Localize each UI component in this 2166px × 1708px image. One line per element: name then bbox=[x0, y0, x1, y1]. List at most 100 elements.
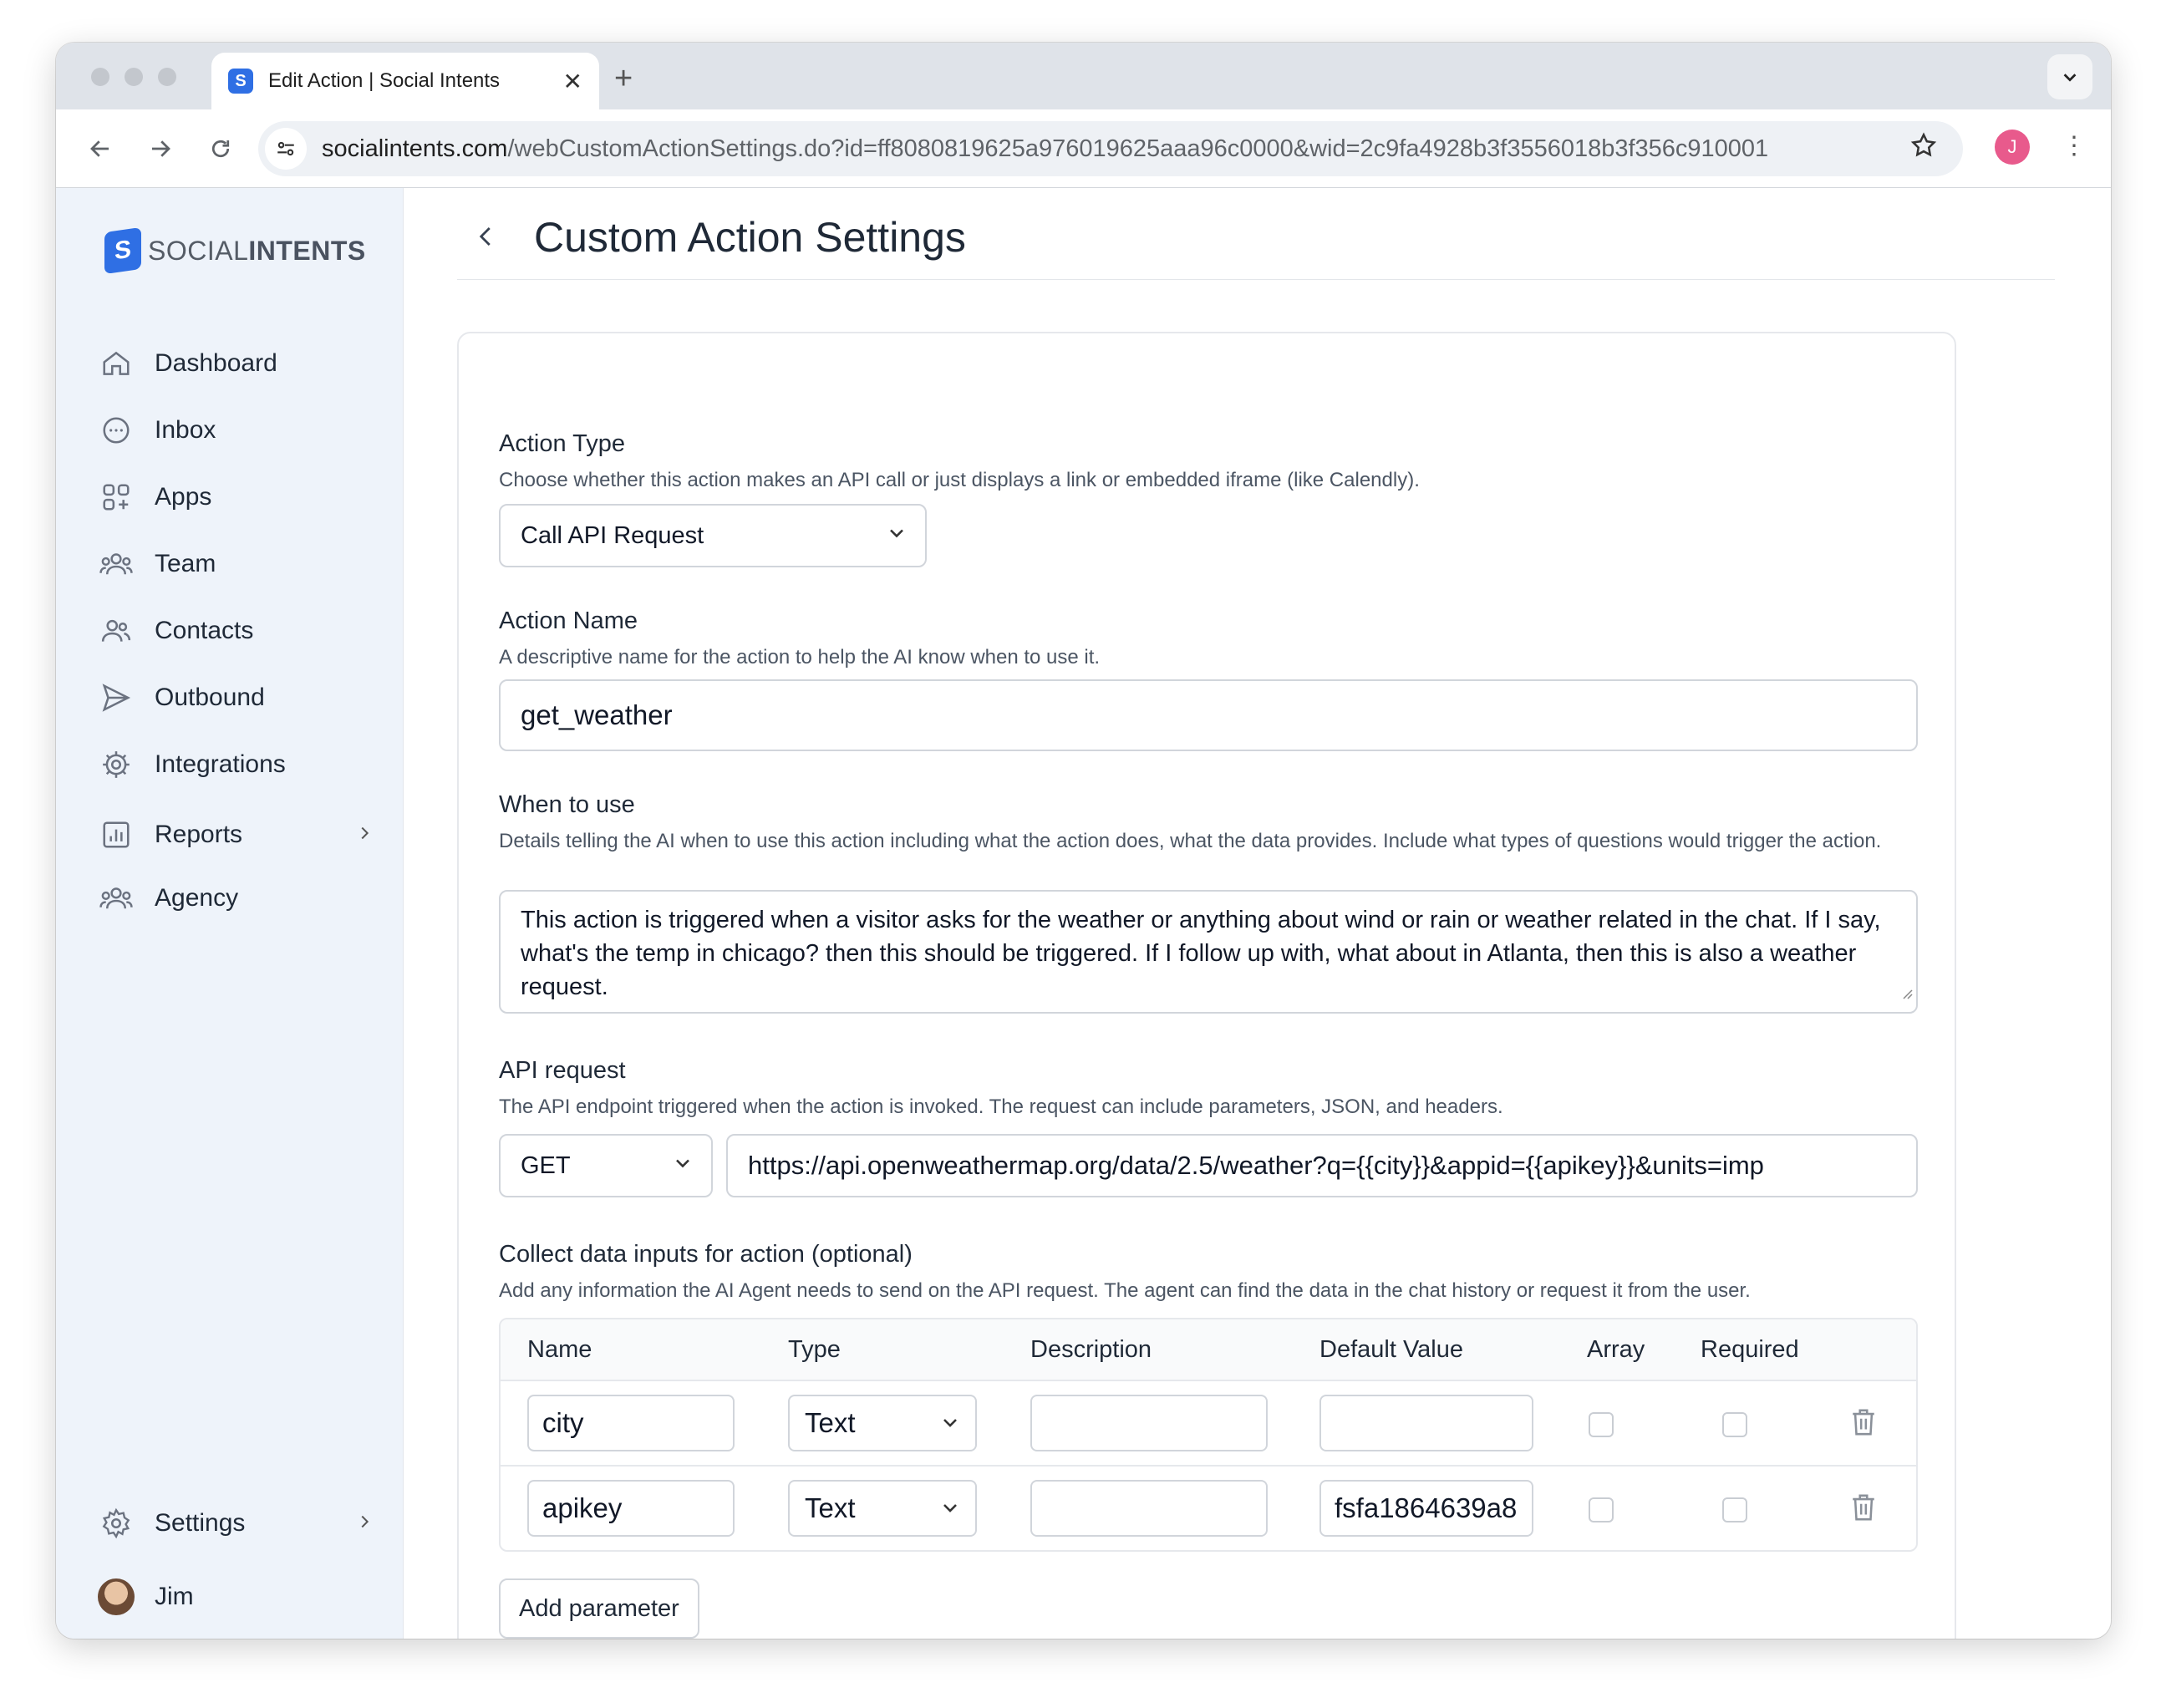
sidebar-item-inbox[interactable]: Inbox bbox=[98, 405, 374, 455]
param-name-input[interactable]: city bbox=[527, 1395, 735, 1451]
http-method-value: GET bbox=[521, 1151, 571, 1179]
reload-icon[interactable] bbox=[200, 128, 242, 170]
param-type-value: Text bbox=[805, 1407, 856, 1438]
table-header: Name Type Description Default Value Arra… bbox=[501, 1319, 1916, 1381]
api-url-input[interactable]: https://api.openweathermap.org/data/2.5/… bbox=[726, 1134, 1918, 1197]
action-name-help: A descriptive name for the action to hel… bbox=[499, 646, 1101, 668]
action-type-value: Call API Request bbox=[521, 521, 704, 549]
sidebar-item-label: Agency bbox=[155, 884, 239, 912]
http-method-select[interactable]: GET bbox=[499, 1134, 713, 1197]
chevron-down-icon bbox=[940, 1492, 960, 1524]
sidebar-item-label: Outbound bbox=[155, 684, 265, 711]
bookmark-star-icon[interactable] bbox=[1909, 131, 1938, 164]
browser-tab[interactable]: S Edit Action | Social Intents ✕ bbox=[211, 53, 599, 109]
chat-bubble-icon bbox=[98, 412, 135, 449]
minimize-window-dot[interactable] bbox=[125, 68, 143, 86]
maximize-window-dot[interactable] bbox=[158, 68, 176, 86]
api-request-help: The API endpoint triggered when the acti… bbox=[499, 1095, 1503, 1118]
page-title: Custom Action Settings bbox=[534, 214, 966, 261]
sidebar-item-outbound[interactable]: Outbound bbox=[98, 673, 374, 723]
param-required-checkbox[interactable] bbox=[1722, 1412, 1747, 1437]
param-type-value: Text bbox=[805, 1492, 856, 1523]
chevron-down-icon bbox=[940, 1407, 960, 1439]
sidebar-item-settings[interactable]: Settings bbox=[98, 1498, 374, 1548]
table-row: apikey Text fsfa1864639a8 bbox=[501, 1467, 1916, 1550]
sidebar-item-label: Apps bbox=[155, 483, 212, 511]
trash-icon[interactable] bbox=[1849, 1406, 1878, 1442]
sidebar-item-label: Dashboard bbox=[155, 349, 277, 377]
resize-handle-icon[interactable] bbox=[1899, 975, 1913, 1009]
sidebar-item-label: Reports bbox=[155, 821, 243, 848]
sidebar-item-label: Settings bbox=[155, 1509, 246, 1537]
logo-text: SOCIALINTENTS bbox=[148, 235, 366, 266]
page-header: Custom Action Settings bbox=[457, 188, 2055, 280]
apps-grid-icon bbox=[98, 479, 135, 516]
action-type-select[interactable]: Call API Request bbox=[499, 504, 927, 567]
tab-close-icon[interactable]: ✕ bbox=[563, 68, 582, 95]
data-inputs-help: Add any information the AI Agent needs t… bbox=[499, 1279, 1751, 1302]
user-avatar bbox=[98, 1578, 135, 1615]
chevron-down-icon bbox=[2063, 74, 2077, 82]
param-description-input[interactable] bbox=[1030, 1480, 1268, 1537]
param-name-input[interactable]: apikey bbox=[527, 1480, 735, 1537]
trash-icon[interactable] bbox=[1849, 1492, 1878, 1528]
sidebar-item-agency[interactable]: Agency bbox=[98, 873, 374, 923]
param-default-value-input[interactable]: fsfa1864639a8 bbox=[1319, 1480, 1533, 1537]
browser-menu-icon[interactable]: ⋮ bbox=[2062, 131, 2087, 160]
param-type-select[interactable]: Text bbox=[788, 1395, 977, 1451]
param-required-checkbox[interactable] bbox=[1722, 1497, 1747, 1522]
when-to-use-textarea[interactable]: This action is triggered when a visitor … bbox=[499, 890, 1918, 1014]
table-row: city Text bbox=[501, 1381, 1916, 1467]
when-to-use-text: This action is triggered when a visitor … bbox=[521, 907, 1881, 1000]
close-window-dot[interactable] bbox=[91, 68, 109, 86]
tab-search-button[interactable] bbox=[2047, 54, 2092, 99]
data-inputs-label: Collect data inputs for action (optional… bbox=[499, 1241, 913, 1268]
column-header-description: Description bbox=[1030, 1336, 1152, 1363]
sidebar-user[interactable]: Jim bbox=[98, 1572, 374, 1622]
send-icon bbox=[98, 679, 135, 716]
bar-chart-icon bbox=[98, 816, 135, 853]
action-name-input[interactable]: get_weather bbox=[499, 679, 1918, 751]
add-parameter-button[interactable]: Add parameter bbox=[499, 1578, 699, 1639]
sidebar: S SOCIALINTENTS Dashboard Inbox Apps Tea… bbox=[56, 188, 404, 1639]
logo[interactable]: S SOCIALINTENTS bbox=[104, 226, 366, 275]
logo-mark-icon: S bbox=[104, 226, 141, 275]
when-to-use-label: When to use bbox=[499, 791, 635, 818]
url-text: socialintents.com/webCustomActionSetting… bbox=[322, 135, 1769, 162]
agency-icon bbox=[98, 880, 135, 917]
action-name-label: Action Name bbox=[499, 607, 638, 634]
profile-avatar[interactable]: J bbox=[1995, 130, 2030, 165]
column-header-type: Type bbox=[788, 1336, 841, 1363]
forward-arrow-icon[interactable] bbox=[140, 128, 181, 170]
back-arrow-icon[interactable] bbox=[79, 128, 121, 170]
when-to-use-help: Details telling the AI when to use this … bbox=[499, 830, 1882, 852]
sidebar-item-label: Integrations bbox=[155, 750, 286, 778]
param-array-checkbox[interactable] bbox=[1589, 1412, 1614, 1437]
param-array-checkbox[interactable] bbox=[1589, 1497, 1614, 1522]
tab-strip: S Edit Action | Social Intents ✕ + bbox=[56, 43, 2111, 109]
sidebar-item-reports[interactable]: Reports bbox=[98, 810, 374, 860]
team-icon bbox=[98, 546, 135, 582]
chevron-down-icon bbox=[887, 522, 907, 550]
parameters-table: Name Type Description Default Value Arra… bbox=[499, 1318, 1918, 1552]
favicon-icon: S bbox=[228, 69, 253, 94]
column-header-required: Required bbox=[1701, 1336, 1799, 1363]
sidebar-item-apps[interactable]: Apps bbox=[98, 472, 374, 522]
browser-toolbar: socialintents.com/webCustomActionSetting… bbox=[56, 109, 2111, 188]
param-type-select[interactable]: Text bbox=[788, 1480, 977, 1537]
address-bar[interactable]: socialintents.com/webCustomActionSetting… bbox=[258, 121, 1963, 176]
site-settings-icon[interactable] bbox=[265, 128, 307, 170]
sidebar-item-label: Inbox bbox=[155, 416, 216, 444]
sidebar-item-integrations[interactable]: Integrations bbox=[98, 740, 374, 790]
param-description-input[interactable] bbox=[1030, 1395, 1268, 1451]
chevron-right-icon bbox=[355, 821, 374, 848]
integrations-gear-icon bbox=[98, 746, 135, 783]
new-tab-icon[interactable]: + bbox=[614, 61, 633, 97]
action-type-help: Choose whether this action makes an API … bbox=[499, 469, 1420, 491]
sidebar-item-team[interactable]: Team bbox=[98, 539, 374, 589]
sidebar-item-contacts[interactable]: Contacts bbox=[98, 606, 374, 656]
sidebar-item-dashboard[interactable]: Dashboard bbox=[98, 338, 374, 389]
column-header-array: Array bbox=[1587, 1336, 1645, 1363]
back-chevron-icon[interactable] bbox=[474, 220, 499, 257]
param-default-value-input[interactable] bbox=[1319, 1395, 1533, 1451]
